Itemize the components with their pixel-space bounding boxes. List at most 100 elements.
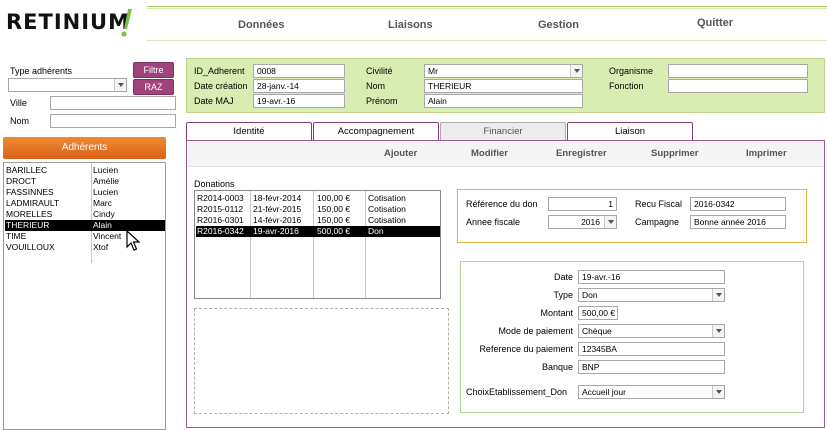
montant-label: Montant xyxy=(540,308,573,318)
chevron-down-icon[interactable] xyxy=(604,216,616,228)
members-list[interactable]: BARILLEC Lucien DROCT Amélie FASSINNES Luci… xyxy=(3,162,166,430)
nav-quitter[interactable]: Quitter xyxy=(697,17,733,29)
filtre-button[interactable]: Filtre xyxy=(133,62,174,78)
donation-type: Cotisation xyxy=(368,215,406,225)
chevron-down-icon[interactable] xyxy=(570,65,582,77)
type-adherents-select[interactable] xyxy=(8,78,127,92)
reference-paiement-label: Reference du paiement xyxy=(479,344,573,354)
logo-text: RETINIUM xyxy=(6,10,130,34)
logo-exclamation-icon xyxy=(121,9,132,37)
prenom-field[interactable]: Alain xyxy=(424,94,583,108)
choix-etablissement-select[interactable]: Accueil jour xyxy=(578,385,725,399)
donation-date: 19-avr-2016 xyxy=(253,226,299,236)
list-item[interactable]: VOUILLOUX Xtof xyxy=(5,242,165,253)
topbar-line xyxy=(147,6,827,7)
annee-fiscale-value: 2016 xyxy=(581,217,600,227)
chevron-down-icon[interactable] xyxy=(712,325,724,337)
member-last: BARILLEC xyxy=(6,165,48,175)
enregistrer-button[interactable]: Enregistrer xyxy=(556,148,607,159)
chevron-down-icon[interactable] xyxy=(114,79,126,91)
list-item[interactable]: DROCT Amélie xyxy=(5,176,165,187)
tab-accompagnement[interactable]: Accompagnement xyxy=(313,122,439,140)
id-adherent-field[interactable]: 0008 xyxy=(253,64,345,78)
chevron-down-icon[interactable] xyxy=(712,289,724,301)
member-first: Marc xyxy=(93,198,112,208)
donation-ref: R2016-0342 xyxy=(197,226,244,236)
imprimer-button[interactable]: Imprimer xyxy=(746,148,787,159)
raz-button[interactable]: RAZ xyxy=(133,79,174,95)
nav-gestion[interactable]: Gestion xyxy=(538,19,579,31)
tab-liaison[interactable]: Liaison xyxy=(567,122,693,140)
list-item-selected[interactable]: THERIEUR Alain xyxy=(5,220,165,231)
member-first: Xtof xyxy=(93,242,109,252)
nom-input[interactable] xyxy=(50,114,176,128)
fonction-label: Fonction xyxy=(609,81,644,91)
table-row[interactable]: R2016-0301 14-févr-2016 150,00 € Cotisation xyxy=(196,215,440,226)
table-row[interactable]: R2015-0112 21-févr-2015 150,00 € Cotisation xyxy=(196,204,440,215)
montant-field[interactable]: 500,00 € xyxy=(578,306,618,320)
annee-fiscale-label: Annee fiscale xyxy=(466,217,521,227)
member-first: Alain xyxy=(93,220,112,230)
date-maj-field[interactable]: 19-avr.-16 xyxy=(253,94,345,108)
member-last: LADMIRAULT xyxy=(6,198,60,208)
donation-amount: 150,00 € xyxy=(317,204,351,214)
choix-etablissement-label: ChoixEtablissement_Don xyxy=(466,387,568,397)
donation-date: 14-févr-2016 xyxy=(253,215,302,225)
donation-amount: 500,00 € xyxy=(317,226,351,236)
donation-date: 18-févr-2014 xyxy=(253,193,302,203)
modifier-button[interactable]: Modifier xyxy=(471,148,508,159)
member-last: DROCT xyxy=(6,176,37,186)
fonction-field[interactable] xyxy=(668,79,808,93)
list-item[interactable]: BARILLEC Lucien xyxy=(5,165,165,176)
date-creation-field[interactable]: 28-janv.-14 xyxy=(253,79,345,93)
table-row[interactable]: R2014-0003 18-févr-2014 100,00 € Cotisation xyxy=(196,193,440,204)
civilite-select[interactable]: Mr xyxy=(424,64,583,78)
reference-paiement-field[interactable]: 12345BA xyxy=(578,342,725,356)
campagne-label: Campagne xyxy=(635,217,680,227)
donation-ref: R2016-0301 xyxy=(197,215,244,225)
member-last: THERIEUR xyxy=(6,220,50,230)
list-item[interactable]: MORELLES Cindy xyxy=(5,209,165,220)
donation-ref: R2015-0112 xyxy=(197,204,244,214)
chevron-down-icon[interactable] xyxy=(712,386,724,398)
mode-paiement-value: Chèque xyxy=(582,326,612,336)
nom-header-label: Nom xyxy=(366,81,386,91)
nom-header-field[interactable]: THERIEUR xyxy=(424,79,583,93)
donation-type: Cotisation xyxy=(368,193,406,203)
member-last: MORELLES xyxy=(6,209,53,219)
supprimer-button[interactable]: Supprimer xyxy=(651,148,699,159)
nav-donnees[interactable]: Données xyxy=(238,19,284,31)
tab-financier[interactable]: Financier xyxy=(440,122,566,141)
list-item[interactable]: LADMIRAULT Marc xyxy=(5,198,165,209)
list-item[interactable]: TIME Vincent xyxy=(5,231,165,242)
date-field[interactable]: 19-avr.-16 xyxy=(578,270,725,284)
mode-paiement-label: Mode de paiement xyxy=(498,326,573,336)
donations-list[interactable]: R2014-0003 18-févr-2014 100,00 € Cotisation… xyxy=(194,190,441,299)
annee-fiscale-select[interactable]: 2016 xyxy=(548,215,617,229)
ajouter-button[interactable]: Ajouter xyxy=(384,148,417,159)
ville-input[interactable] xyxy=(50,96,176,110)
member-last: FASSINNES xyxy=(6,187,54,197)
adherents-button[interactable]: Adhérents xyxy=(3,137,166,159)
type-select[interactable]: Don xyxy=(578,288,725,302)
nav-liaisons[interactable]: Liaisons xyxy=(388,19,433,31)
member-last: TIME xyxy=(6,231,27,241)
campagne-field[interactable]: Bonne année 2016 xyxy=(690,215,786,229)
mode-paiement-select[interactable]: Chèque xyxy=(578,324,725,338)
recu-fiscal-field[interactable]: 2016-0342 xyxy=(690,197,786,211)
table-row-selected[interactable]: R2016-0342 19-avr-2016 500,00 € Don xyxy=(196,226,440,237)
list-item[interactable]: FASSINNES Lucien xyxy=(5,187,165,198)
banque-label: Banque xyxy=(541,362,573,372)
reference-don-label: Référence du don xyxy=(466,199,538,209)
type-adherents-label: Type adhérents xyxy=(10,66,73,76)
reference-don-field[interactable]: 1 xyxy=(548,197,617,211)
organisme-field[interactable] xyxy=(668,64,808,78)
prenom-label: Prénom xyxy=(366,96,398,106)
donation-type: Cotisation xyxy=(368,204,406,214)
donation-type: Don xyxy=(368,226,384,236)
nom-label: Nom xyxy=(10,116,30,126)
topbar-line xyxy=(147,8,827,9)
tab-identite[interactable]: Identité xyxy=(186,122,312,140)
banque-field[interactable]: BNP xyxy=(578,360,725,374)
ville-label: Ville xyxy=(10,98,27,108)
